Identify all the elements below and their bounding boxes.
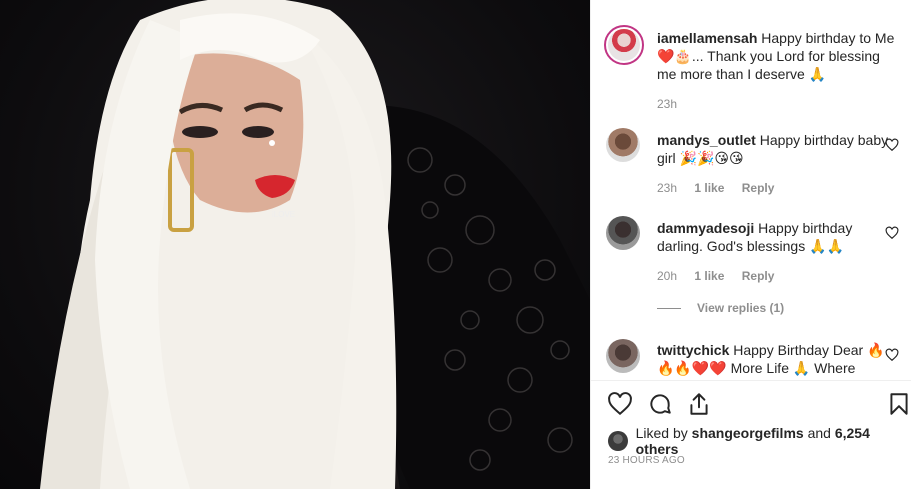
caption-username[interactable]: iamellamensah: [657, 30, 757, 46]
bookmark-icon[interactable]: [886, 391, 911, 417]
comment-meta: 20h 1 like Reply: [657, 269, 788, 283]
caption-meta: 23h: [657, 97, 691, 111]
comment-meta: 23h 1 like Reply: [657, 181, 788, 195]
view-replies-button[interactable]: View replies (1): [657, 301, 784, 315]
comment-username[interactable]: twittychick: [657, 342, 729, 358]
view-replies-label: View replies (1): [697, 301, 785, 315]
comment: dammyadesoji Happy birthday darling. God…: [657, 219, 897, 255]
comment-avatar[interactable]: [606, 216, 640, 250]
liker-avatar[interactable]: [608, 431, 628, 451]
comment-avatar[interactable]: [606, 339, 640, 373]
comment-likes[interactable]: 1 like: [694, 269, 724, 283]
comment-likes[interactable]: 1 like: [694, 181, 724, 195]
comment-avatar[interactable]: [606, 128, 640, 162]
liked-by-middle: and: [807, 425, 831, 441]
liked-by-user[interactable]: shangeorgefilms: [692, 425, 804, 441]
share-icon[interactable]: [686, 391, 712, 417]
comment-time[interactable]: 20h: [657, 269, 677, 283]
comments-list: iamellamensah Happy birthday to Me ❤️🎂..…: [591, 0, 911, 380]
likes-summary: Liked by shangeorgefilms and 6,254 other…: [608, 425, 911, 457]
author-avatar[interactable]: [604, 25, 644, 65]
caption: iamellamensah Happy birthday to Me ❤️🎂..…: [657, 29, 897, 83]
post-timestamp[interactable]: 23 HOURS AGO: [608, 455, 685, 466]
heart-icon[interactable]: [607, 391, 633, 417]
post-side-panel: iamellamensah Happy birthday to Me ❤️🎂..…: [590, 0, 911, 489]
reply-button[interactable]: Reply: [742, 269, 775, 283]
small-heart-icon[interactable]: [885, 226, 899, 240]
post-actions: [591, 380, 911, 424]
svg-text:iLOVE: iLOVE: [272, 210, 295, 219]
comment-username[interactable]: dammyadesoji: [657, 220, 754, 236]
replies-divider: [657, 307, 681, 309]
liked-by-prefix: Liked by: [635, 425, 688, 441]
small-heart-icon[interactable]: [885, 138, 899, 152]
comment: mandys_outlet Happy birthday baby girl 🎉…: [657, 131, 897, 167]
comment-time[interactable]: 23h: [657, 181, 677, 195]
comment: twittychick Happy Birthday Dear 🔥🔥🔥❤️❤️ …: [657, 341, 897, 377]
comment-username[interactable]: mandys_outlet: [657, 132, 756, 148]
small-heart-icon[interactable]: [885, 348, 899, 362]
reply-button[interactable]: Reply: [742, 181, 775, 195]
caption-time[interactable]: 23h: [657, 97, 677, 111]
post-photo: iLOVE: [0, 0, 590, 489]
comment-icon[interactable]: [647, 391, 673, 417]
